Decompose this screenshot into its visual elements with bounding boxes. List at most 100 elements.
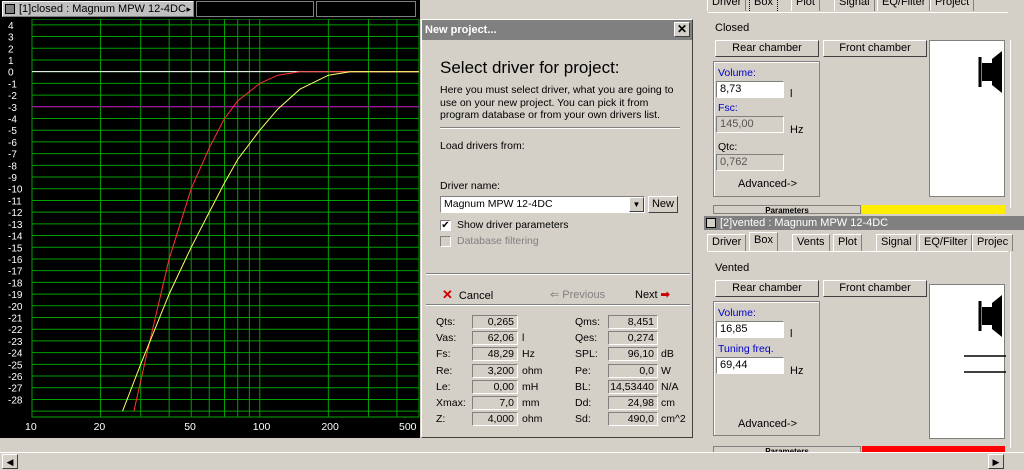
- horizontal-scrollbar[interactable]: ◀ ▶: [0, 452, 1024, 470]
- vented-panel-title[interactable]: [2]vented : Magnum MPW 12-4DC: [704, 216, 1024, 230]
- dialog-heading: Select driver for project:: [440, 58, 620, 77]
- new-project-dialog: New project... ✕ Select driver for proje…: [421, 19, 693, 438]
- tab-plot[interactable]: Plot: [791, 0, 820, 11]
- chevron-down-icon[interactable]: ▼: [629, 197, 644, 212]
- cancel-button[interactable]: ✕ Cancel: [442, 287, 493, 303]
- db-filter-checkbox[interactable]: [440, 236, 451, 247]
- separator: [426, 304, 690, 306]
- status-bar-closed: [862, 205, 1005, 214]
- volume-input[interactable]: 16,85: [716, 321, 784, 338]
- x-tick-label: 200: [321, 421, 339, 433]
- y-tick-label: -13: [8, 220, 23, 231]
- next-button[interactable]: Next ➡: [635, 288, 670, 301]
- separator: [440, 127, 680, 129]
- rear-chamber-button[interactable]: Rear chamber: [715, 40, 819, 57]
- y-tick-label: 0: [8, 68, 14, 79]
- param-unit: cm^2: [661, 413, 686, 426]
- plot-window-tab-blank: [196, 1, 314, 17]
- tab-signal[interactable]: Signal: [834, 0, 875, 11]
- param-label: Z:: [436, 413, 446, 426]
- box-type-label: Vented: [715, 262, 750, 274]
- scrollbar[interactable]: [1010, 252, 1024, 448]
- param-unit: mH: [522, 380, 539, 393]
- scrollbar[interactable]: [1010, 40, 1024, 208]
- y-tick-label: -1: [8, 79, 17, 90]
- param-value: 14,53440: [608, 379, 658, 394]
- fsc-input[interactable]: 145,00: [716, 116, 784, 133]
- tab-eq-filter[interactable]: EQ/Filter: [919, 234, 973, 251]
- y-tick-label: -3: [8, 103, 17, 114]
- param-label: Qts:: [436, 316, 456, 328]
- tab-driver[interactable]: Driver: [707, 234, 747, 251]
- tab-box[interactable]: Box: [749, 232, 778, 251]
- y-tick-label: -14: [8, 232, 23, 243]
- front-chamber-button[interactable]: Front chamber: [823, 40, 927, 57]
- qtc-value: 0,762: [716, 154, 784, 171]
- param-label: Qms:: [575, 316, 601, 328]
- param-label: Vas:: [436, 332, 457, 345]
- tuning-freq-label: Tuning freq.: [718, 343, 774, 355]
- previous-button[interactable]: ⇐ Previous: [550, 288, 605, 301]
- tab-eq-filter[interactable]: EQ/Filter: [877, 0, 931, 11]
- y-tick-label: 1: [8, 56, 14, 67]
- closed-box-panel: Driver Box Plot Signal EQ/Filter Project…: [704, 0, 1024, 216]
- tab-plot[interactable]: Plot: [833, 234, 862, 251]
- front-chamber-button[interactable]: Front chamber: [823, 280, 927, 297]
- y-tick-label: -26: [8, 372, 23, 383]
- scroll-left-icon[interactable]: ◀: [2, 454, 18, 469]
- param-value: 3,200: [472, 363, 518, 378]
- x-tick-label: 500: [399, 421, 417, 433]
- tab-project[interactable]: Projec: [972, 234, 1014, 251]
- plot-window-title[interactable]: [1]closed : Magnum MPW 12-4DC ▸: [2, 1, 194, 17]
- new-driver-button[interactable]: New: [648, 196, 678, 213]
- chevron-right-icon[interactable]: ▸: [186, 2, 191, 16]
- scroll-right-icon[interactable]: ▶: [988, 454, 1004, 469]
- driver-name-select[interactable]: Magnum MPW 12-4DC ▼: [440, 196, 645, 213]
- vented-box-panel: [2]vented : Magnum MPW 12-4DC Driver Box…: [704, 216, 1024, 456]
- tuning-freq-input[interactable]: 69,44: [716, 357, 784, 374]
- param-value: 48,29: [472, 347, 518, 362]
- param-label: BL:: [575, 380, 591, 393]
- show-params-label: Show driver parameters: [457, 219, 569, 231]
- tab-project[interactable]: Project: [930, 0, 975, 11]
- show-params-checkbox[interactable]: ✔: [440, 220, 451, 231]
- response-chart[interactable]: 43210-1-2-3-4-5-6-7-8-9-10-11-12-13-14-1…: [0, 19, 420, 438]
- advanced-button[interactable]: Advanced->: [738, 178, 797, 190]
- tab-driver[interactable]: Driver: [707, 0, 747, 11]
- y-tick-label: -4: [8, 115, 17, 126]
- volume-input[interactable]: 8,73: [716, 81, 784, 98]
- tab-vents[interactable]: Vents: [792, 234, 830, 251]
- parameters-tab[interactable]: Parameters: [713, 205, 861, 215]
- plot-window-title-text: [1]closed : Magnum MPW 12-4DC: [19, 3, 186, 15]
- param-label: Fs:: [436, 348, 451, 361]
- y-tick-label: -9: [8, 173, 17, 184]
- y-tick-label: -20: [8, 302, 23, 313]
- y-tick-label: -19: [8, 290, 23, 301]
- y-tick-label: -11: [8, 196, 22, 207]
- x-tick-label: 50: [184, 421, 196, 433]
- load-from-label: Load drivers from:: [440, 140, 525, 152]
- rear-chamber-button[interactable]: Rear chamber: [715, 280, 819, 297]
- y-tick-label: 2: [8, 44, 14, 55]
- param-value: 0,265: [472, 315, 518, 329]
- previous-label: Previous: [562, 289, 606, 301]
- param-unit: ohm: [522, 413, 543, 426]
- vented-panel-title-text: [2]vented : Magnum MPW 12-4DC: [720, 217, 889, 229]
- volume-label: Volume:: [718, 67, 756, 79]
- close-button[interactable]: ✕: [674, 22, 690, 37]
- x-tick-label: 20: [94, 421, 106, 433]
- vented-tabs: Driver Box Vents Plot Signal EQ/Filter P…: [704, 232, 1024, 251]
- param-value: 96,10: [608, 347, 658, 362]
- arrow-right-icon: ➡: [657, 289, 670, 301]
- speaker-icon: [964, 295, 1006, 373]
- advanced-button[interactable]: Advanced->: [738, 418, 797, 430]
- y-tick-label: 3: [8, 33, 14, 44]
- param-value: 490,0: [608, 412, 658, 427]
- fsc-label: Fsc:: [718, 102, 738, 114]
- tab-line: [708, 12, 1008, 13]
- driver-name-label: Driver name:: [440, 180, 501, 192]
- y-tick-label: -21: [8, 314, 23, 325]
- y-tick-label: -23: [8, 337, 23, 348]
- tab-signal[interactable]: Signal: [876, 234, 917, 251]
- param-unit: dB: [661, 348, 674, 361]
